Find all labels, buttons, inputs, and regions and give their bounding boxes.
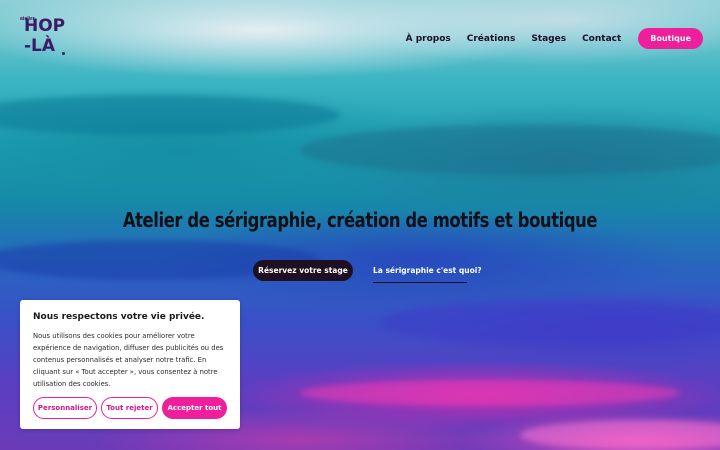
cookie-body: Nous utilisons des cookies pour améliore… (33, 332, 224, 388)
reserve-stage-button[interactable]: Réservez votre stage (253, 260, 353, 281)
accept-all-button[interactable]: Accepter tout (162, 397, 227, 419)
logo-line-2: -LÀ (24, 36, 56, 56)
serigraphy-info-link[interactable]: La sérigraphie c'est quoi? (373, 266, 482, 283)
site-logo[interactable]: atelier HOP -LÀ (20, 14, 70, 60)
paint-stroke (300, 380, 680, 406)
paint-stroke (380, 300, 720, 345)
paint-stroke (300, 125, 720, 175)
cookie-banner: Nous respectons votre vie privée. Nous u… (20, 300, 240, 429)
nav-item-a-propos[interactable]: À propos (406, 34, 451, 44)
boutique-button[interactable]: Boutique (638, 28, 703, 49)
paint-stroke (520, 420, 720, 450)
main-nav: À propos Créations Stages Contact Boutiq… (406, 28, 703, 49)
nav-item-contact[interactable]: Contact (582, 34, 621, 44)
customize-button[interactable]: Personnaliser (33, 397, 97, 419)
hero-headline: Atelier de sérigraphie, création de moti… (122, 208, 598, 232)
reject-all-button[interactable]: Tout rejeter (101, 397, 158, 419)
logo-dot (62, 52, 65, 55)
logo-line-1: HOP (24, 16, 66, 36)
nav-item-creations[interactable]: Créations (467, 34, 516, 44)
paint-stroke (0, 95, 340, 135)
cookie-actions: Personnaliser Tout rejeter Accepter tout (33, 397, 231, 419)
cookie-title: Nous respectons votre vie privée. (33, 312, 205, 322)
nav-item-stages[interactable]: Stages (531, 34, 566, 44)
